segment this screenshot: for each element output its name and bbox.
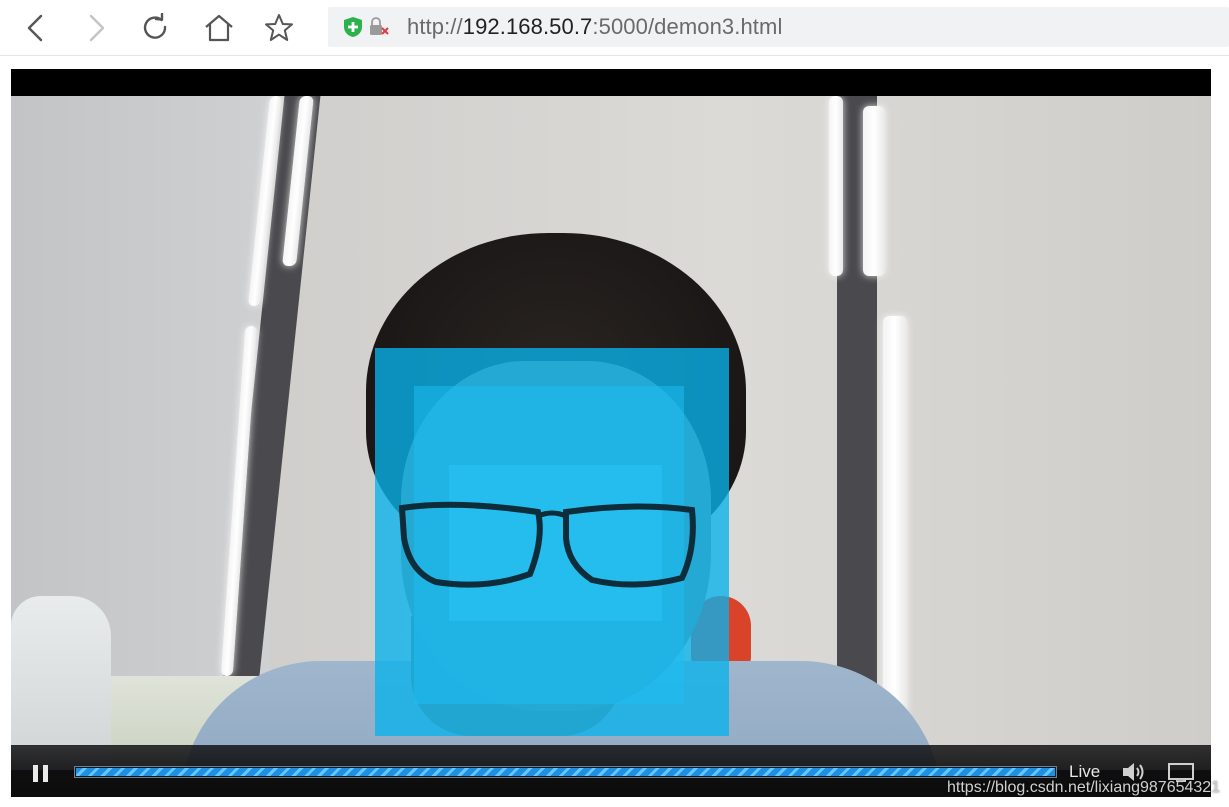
insecure-lock-icon [370, 17, 389, 35]
window-light [829, 96, 843, 276]
bag [11, 596, 111, 770]
address-bar[interactable]: http://192.168.50.7:5000/demon3.html [328, 7, 1229, 47]
forward-icon [89, 14, 105, 42]
url-scheme: http:// [407, 14, 463, 39]
progress-fill [76, 768, 1055, 776]
video-frame[interactable] [11, 96, 1211, 770]
pause-icon [32, 764, 38, 782]
back-button[interactable] [16, 10, 56, 46]
progress-bar[interactable] [74, 766, 1057, 778]
glasses [398, 501, 696, 588]
watermark: https://blog.csdn.net/lixiang987654321 [947, 779, 1221, 796]
url-text[interactable]: http://192.168.50.7:5000/demon3.html [407, 15, 782, 39]
reload-button[interactable] [136, 10, 176, 46]
url-host: 192.168.50.7 [462, 14, 593, 39]
home-icon [205, 14, 233, 42]
star-icon [265, 14, 293, 41]
window-light [863, 106, 885, 276]
url-path: :5000/demon3.html [592, 14, 783, 39]
pause-icon [42, 764, 48, 782]
home-button[interactable] [199, 10, 239, 46]
window-light [883, 316, 907, 716]
browser-toolbar: http://192.168.50.7:5000/demon3.html [0, 0, 1229, 56]
bookmark-button[interactable] [259, 10, 299, 46]
forward-button[interactable] [76, 10, 116, 46]
shield-plus-icon [344, 17, 362, 37]
reload-icon [143, 13, 167, 39]
back-icon [27, 14, 43, 42]
pause-button[interactable] [29, 762, 51, 784]
video-player[interactable]: Live [11, 69, 1211, 797]
